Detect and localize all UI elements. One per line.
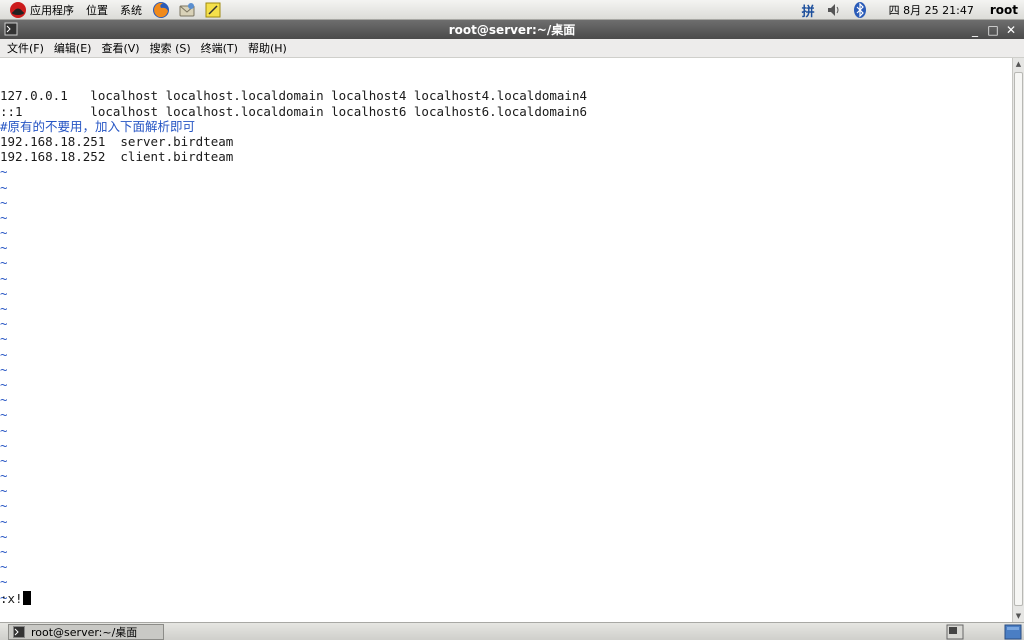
window-title: root@server:~/桌面: [448, 23, 576, 37]
menu-file[interactable]: 文件(F): [2, 40, 49, 56]
minimize-button[interactable]: _: [966, 23, 984, 37]
vim-empty-line-tilde: ~: [0, 559, 8, 575]
terminal-scrollbar[interactable]: ▲ ▼: [1012, 58, 1024, 622]
vim-empty-line-tilde: ~: [0, 468, 8, 484]
vim-empty-line-tilde: ~: [0, 437, 8, 453]
vim-empty-line-tilde: ~: [0, 376, 8, 392]
menu-edit[interactable]: 编辑(E): [49, 40, 97, 56]
vim-empty-line-tilde: ~: [0, 407, 8, 423]
vim-empty-line-tilde: ~: [0, 240, 8, 256]
vim-command-text: :x!: [0, 591, 23, 606]
system-menu-label: 系统: [120, 3, 142, 17]
bluetooth-icon[interactable]: [851, 1, 869, 19]
vim-empty-line-tilde: ~: [0, 498, 8, 514]
terminal-menubar: 文件(F) 编辑(E) 查看(V) 搜索 (S) 终端(T) 帮助(H): [0, 39, 1024, 58]
panel-clock[interactable]: 四 8月 25 21:47: [881, 2, 982, 18]
input-method-indicator[interactable]: 拼: [796, 1, 821, 20]
terminal-window-icon[interactable]: [4, 22, 18, 36]
vim-empty-line-tilde: ~: [0, 255, 8, 271]
notes-icon[interactable]: [204, 1, 222, 19]
workspace-switcher-icon[interactable]: [1004, 624, 1022, 640]
redhat-logo-icon: [10, 1, 26, 18]
terminal-text-line: ::1 localhost localhost.localdomain loca…: [0, 103, 587, 119]
vim-empty-line-tilde: ~: [0, 422, 8, 438]
menu-help[interactable]: 帮助(H): [243, 40, 292, 56]
vim-empty-line-tilde: ~: [0, 301, 8, 317]
system-menu[interactable]: 系统: [114, 0, 148, 20]
vim-empty-line-tilde: ~: [0, 513, 8, 529]
vim-empty-line-tilde: ~: [0, 361, 8, 377]
vim-empty-line-tilde: ~: [0, 452, 8, 468]
vim-empty-line-tilde: ~: [0, 164, 8, 180]
applications-menu-label: 应用程序: [30, 3, 74, 17]
vim-empty-line-tilde: ~: [0, 209, 8, 225]
close-button[interactable]: ✕: [1002, 23, 1020, 37]
vim-empty-line-tilde: ~: [0, 179, 8, 195]
vim-empty-line-tilde: ~: [0, 574, 8, 590]
window-titlebar[interactable]: root@server:~/桌面 _ □ ✕: [0, 20, 1024, 39]
top-panel: 应用程序 位置 系统 拼 四 8月 25 21:47 root: [0, 0, 1024, 20]
terminal-lines: 127.0.0.1 localhost localhost.localdomai…: [0, 88, 1012, 604]
menu-terminal[interactable]: 终端(T): [196, 40, 243, 56]
vim-empty-line-tilde: ~: [0, 225, 8, 241]
volume-icon[interactable]: [825, 1, 843, 19]
scroll-down-arrow-icon[interactable]: ▼: [1013, 610, 1024, 622]
vim-empty-line-tilde: ~: [0, 483, 8, 499]
terminal-task-icon: [13, 626, 25, 638]
show-desktop-icon[interactable]: [946, 624, 964, 640]
places-menu[interactable]: 位置: [80, 0, 114, 20]
terminal-comment-line: #原有的不要用，加入下面解析即可: [0, 118, 196, 134]
panel-user[interactable]: root: [982, 3, 1024, 17]
applications-menu[interactable]: 应用程序: [0, 0, 80, 20]
scroll-up-arrow-icon[interactable]: ▲: [1013, 58, 1024, 70]
scrollbar-thumb[interactable]: [1014, 72, 1023, 606]
bottom-panel: root@server:~/桌面: [0, 622, 1024, 640]
vim-empty-line-tilde: ~: [0, 270, 8, 286]
vim-empty-line-tilde: ~: [0, 528, 8, 544]
vim-command-line[interactable]: :x!: [0, 591, 31, 606]
mail-icon[interactable]: [178, 1, 196, 19]
vim-empty-line-tilde: ~: [0, 194, 8, 210]
text-cursor: [22, 591, 31, 605]
terminal-content[interactable]: 127.0.0.1 localhost localhost.localdomai…: [0, 58, 1012, 622]
terminal-text-line: 127.0.0.1 localhost localhost.localdomai…: [0, 88, 587, 104]
vim-empty-line-tilde: ~: [0, 392, 8, 408]
menu-view[interactable]: 查看(V): [96, 40, 144, 56]
taskbar-terminal-button[interactable]: root@server:~/桌面: [8, 624, 164, 640]
menu-search[interactable]: 搜索 (S): [145, 40, 196, 56]
vim-empty-line-tilde: ~: [0, 316, 8, 332]
vim-empty-line-tilde: ~: [0, 285, 8, 301]
terminal-text-line: 192.168.18.251 server.birdteam: [0, 133, 234, 149]
vim-empty-line-tilde: ~: [0, 346, 8, 362]
vim-empty-line-tilde: ~: [0, 589, 8, 605]
firefox-icon[interactable]: [152, 1, 170, 19]
terminal-text-line: 192.168.18.252 client.birdteam: [0, 149, 234, 165]
vim-empty-line-tilde: ~: [0, 544, 8, 560]
vim-empty-line-tilde: ~: [0, 331, 8, 347]
places-menu-label: 位置: [86, 3, 108, 17]
taskbar-terminal-label: root@server:~/桌面: [31, 626, 138, 639]
maximize-button[interactable]: □: [984, 23, 1002, 37]
